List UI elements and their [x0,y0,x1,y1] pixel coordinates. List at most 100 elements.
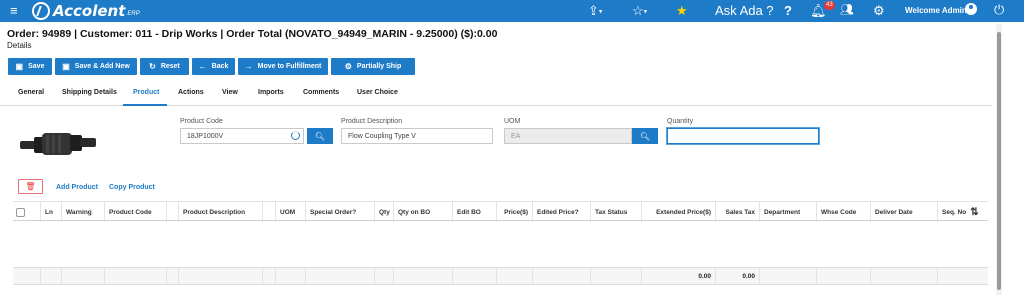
welcome-text[interactable]: Welcome Admin [905,6,967,15]
loading-spinner-icon [291,131,300,140]
users-icon[interactable]: 👥︎ [840,3,854,16]
partially-ship-button[interactable]: ⚙ Partially Ship [331,58,415,75]
footer-cell [40,268,61,284]
col-warning[interactable]: Warning [61,202,104,222]
quantity-input[interactable] [667,128,819,144]
footer-cell [61,268,104,284]
add-product-link[interactable]: Add Product [56,184,98,191]
star-outline-icon[interactable]: ☆▾ [632,3,647,19]
share-icon[interactable]: ⇪▾ [588,3,602,19]
user-icon[interactable] [965,3,977,15]
tab-user-choice[interactable]: User Choice [357,89,398,96]
col-edited-price[interactable]: Edited Price? [532,202,590,222]
logo-sub: ERP [127,11,140,17]
delete-line-button[interactable]: 🗑︎ [18,179,43,194]
save-icon: ▣ [62,62,70,71]
col-qty-on-bo[interactable]: Qty on BO [393,202,452,222]
save-icon: ▣ [15,62,24,71]
footer-cell [393,268,452,284]
search-icon: 🔍︎ [639,131,651,141]
product-grid: Ln Warning Product Code Product Descript… [13,201,988,285]
col-edit-bo[interactable]: Edit BO [452,202,496,222]
gear-icon: ⚙ [344,62,352,71]
col-extended-price[interactable]: Extended Price($) [641,202,715,222]
footer-cell [532,268,590,284]
back-button[interactable]: ← Back [192,58,235,75]
select-all-checkbox[interactable] [16,207,25,217]
gear-icon[interactable]: ⚙ [873,3,885,19]
product-code-search-button[interactable]: 🔍︎ [307,128,333,144]
uom-search-button[interactable]: 🔍︎ [632,128,658,144]
top-navbar: ≡ Accolent ERP ⇪▾ ☆▾ ★ Ask Ada ? ? 🔔︎ 43… [0,0,1024,22]
notification-badge: 43 [824,1,835,10]
footer-cell [262,268,275,284]
logo-text: Accolent [53,2,126,20]
col-sales-tax[interactable]: Sales Tax [715,202,759,222]
tab-shipping-details[interactable]: Shipping Details [62,89,117,96]
active-tab-indicator [123,104,167,106]
footer-cell [374,268,393,284]
extended-price-total: 0.00 [641,268,715,284]
power-icon[interactable]: ⏻ [994,2,1004,18]
tab-product[interactable]: Product [133,89,159,96]
help-icon[interactable]: ? [784,3,792,18]
sales-tax-total: 0.00 [715,268,759,284]
product-code-input[interactable]: 18JP1000V [180,128,304,144]
star-filled-icon[interactable]: ★ [676,3,688,19]
product-description-input[interactable]: Flow Coupling Type V [341,128,493,144]
save-add-new-button[interactable]: ▣ Save & Add New [55,58,137,75]
product-description-label: Product Description [341,118,403,125]
trash-icon: 🗑︎ [25,182,36,191]
col-seq-no-label: Seq. No [942,208,967,216]
uom-label: UOM [504,118,521,125]
footer-cell [178,268,262,284]
grid-header: Ln Warning Product Code Product Descript… [13,201,988,222]
app-logo[interactable]: Accolent ERP [32,2,140,20]
footer-cell [816,268,870,284]
footer-cell [104,268,166,284]
tab-view[interactable]: View [222,89,238,96]
arrow-right-icon: → [244,62,253,71]
sort-icon[interactable]: ⇅ [970,207,978,218]
tab-imports[interactable]: Imports [258,89,284,96]
col-department[interactable]: Department [759,202,816,222]
product-image [20,133,96,155]
move-to-fulfillment-button[interactable]: → Move to Fulfillment [238,58,328,75]
col-deliver-date[interactable]: Deliver Date [870,202,937,222]
col-tax-status[interactable]: Tax Status [590,202,641,222]
copy-product-link[interactable]: Copy Product [109,184,155,191]
col-qty[interactable]: Qty [374,202,393,222]
col-special-order[interactable]: Special Order? [305,202,374,222]
tab-comments[interactable]: Comments [303,89,339,96]
col-seq-no[interactable]: Seq. No ⇅ [937,202,988,222]
action-toolbar: ▣ Save ▣ Save & Add New ↻ Reset ← Back → Move… [8,58,415,75]
select-all-checkbox-cell [13,202,40,222]
logo-mark-icon [32,2,50,20]
reset-icon: ↻ [149,62,156,71]
page-title: Order: 94989 | Customer: 011 - Drip Work… [7,28,498,40]
ask-ada-link[interactable]: Ask Ada ? [715,3,774,18]
footer-cell [937,268,988,284]
tab-general[interactable]: General [18,89,44,96]
col-product-code[interactable]: Product Code [104,202,166,222]
reset-button[interactable]: ↻ Reset [140,58,189,75]
search-icon: 🔍︎ [314,131,326,141]
save-button[interactable]: ▣ Save [8,58,52,75]
footer-cell [759,268,816,284]
col-whse-code[interactable]: Whse Code [816,202,870,222]
col-product-description[interactable]: Product Description [178,202,262,222]
uom-input: EA [504,128,632,144]
tab-actions[interactable]: Actions [178,89,204,96]
footer-cell [166,268,178,284]
arrow-left-icon: ← [198,62,207,71]
quantity-label: Quantity [667,118,694,125]
page-subtitle: Details [7,41,32,50]
footer-cell [590,268,641,284]
footer-cell [305,268,374,284]
col-ln[interactable]: Ln [40,202,61,222]
hamburger-icon[interactable]: ≡ [10,3,18,18]
col-price[interactable]: Price($) [496,202,532,222]
scrollbar-thumb[interactable] [997,32,1001,290]
col-blank [262,202,275,222]
col-uom[interactable]: UOM [275,202,305,222]
